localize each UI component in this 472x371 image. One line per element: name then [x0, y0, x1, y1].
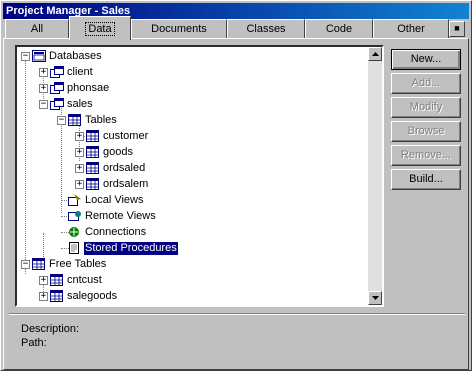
tree-label: Free Tables — [49, 258, 107, 270]
expand-icon[interactable]: + — [75, 180, 84, 189]
pin-icon: ■ — [454, 23, 460, 33]
table-group-icon — [68, 114, 81, 126]
table-icon — [86, 130, 99, 142]
table-icon — [50, 274, 63, 286]
browse-button[interactable]: Browse — [391, 121, 461, 142]
tree-label: sales_app — [67, 306, 117, 307]
tree-label: ordsaled — [103, 162, 146, 174]
database-icon — [50, 66, 64, 78]
tab-label: Other — [397, 23, 425, 35]
tab-data[interactable]: Data — [69, 16, 131, 40]
tab-other[interactable]: Other — [373, 19, 449, 38]
tab-label: Classes — [246, 23, 286, 35]
database-group-icon — [32, 50, 46, 62]
arrow-down-icon — [372, 296, 379, 300]
local-view-icon — [68, 194, 81, 206]
scroll-down-button[interactable] — [368, 291, 382, 305]
tree-label: ordsalem — [103, 178, 149, 190]
database-icon — [50, 98, 64, 110]
collapse-icon[interactable]: − — [39, 100, 48, 109]
build-button[interactable]: Build... — [391, 169, 461, 190]
table-icon — [50, 306, 64, 307]
tree-label: Local Views — [85, 194, 144, 206]
table-icon — [86, 146, 99, 158]
scroll-up-button[interactable] — [368, 47, 382, 61]
remove-button[interactable]: Remove... — [391, 145, 461, 166]
tree-label-selected: Stored Procedures — [84, 242, 178, 255]
expand-icon[interactable]: + — [39, 276, 48, 285]
tree-label: phonsae — [67, 82, 110, 94]
project-manager-window: Project Manager - Sales All Data Documen… — [0, 0, 472, 371]
tab-code[interactable]: Code — [305, 19, 373, 38]
tab-all[interactable]: All — [5, 19, 69, 38]
modify-button[interactable]: Modify — [391, 97, 461, 118]
info-separator — [9, 313, 465, 315]
tree-label: cntcust — [67, 274, 102, 286]
expand-icon[interactable]: + — [39, 84, 48, 93]
expand-icon[interactable]: + — [75, 164, 84, 173]
expand-icon[interactable]: + — [39, 292, 48, 301]
collapse-icon[interactable]: − — [21, 52, 30, 61]
tab-documents[interactable]: Documents — [131, 19, 227, 38]
tab-label: Code — [325, 23, 353, 35]
tree-label: Databases — [49, 50, 102, 62]
table-icon — [50, 290, 63, 302]
tree-label: customer — [103, 130, 149, 142]
arrow-up-icon — [372, 52, 379, 56]
tab-scroll-button[interactable]: ■ — [449, 21, 465, 37]
table-icon — [86, 162, 99, 174]
expand-icon[interactable]: + — [75, 132, 84, 141]
tab-label: Documents — [151, 23, 207, 35]
tree-label: sales — [67, 98, 93, 110]
tree-label: Tables — [85, 114, 117, 126]
database-icon — [50, 82, 64, 94]
tab-label: Data — [85, 22, 115, 36]
tree-label: Connections — [85, 226, 147, 238]
tree-label: client — [67, 66, 93, 78]
tree-vertical-scrollbar[interactable] — [368, 47, 382, 305]
collapse-icon[interactable]: − — [57, 116, 66, 125]
free-table-group-icon — [32, 258, 45, 270]
new-button[interactable]: New... — [391, 49, 461, 70]
table-icon — [86, 178, 99, 190]
add-button[interactable]: Add... — [391, 73, 461, 94]
tree-label: salegoods — [67, 290, 118, 302]
connection-icon — [69, 227, 79, 237]
remote-view-icon — [68, 211, 81, 221]
tab-label: All — [30, 23, 44, 35]
expand-icon[interactable]: + — [39, 68, 48, 77]
tab-classes[interactable]: Classes — [227, 19, 305, 38]
expand-icon[interactable]: + — [75, 148, 84, 157]
project-tree[interactable]: − Databases + client + phonsae − sales −… — [15, 45, 384, 307]
tree-label: Remote Views — [85, 210, 156, 222]
stored-procedure-icon — [69, 242, 79, 254]
description-label: Description: — [21, 323, 80, 335]
tree-label: goods — [103, 146, 133, 158]
collapse-icon[interactable]: − — [21, 260, 30, 269]
path-label: Path: — [21, 337, 47, 349]
